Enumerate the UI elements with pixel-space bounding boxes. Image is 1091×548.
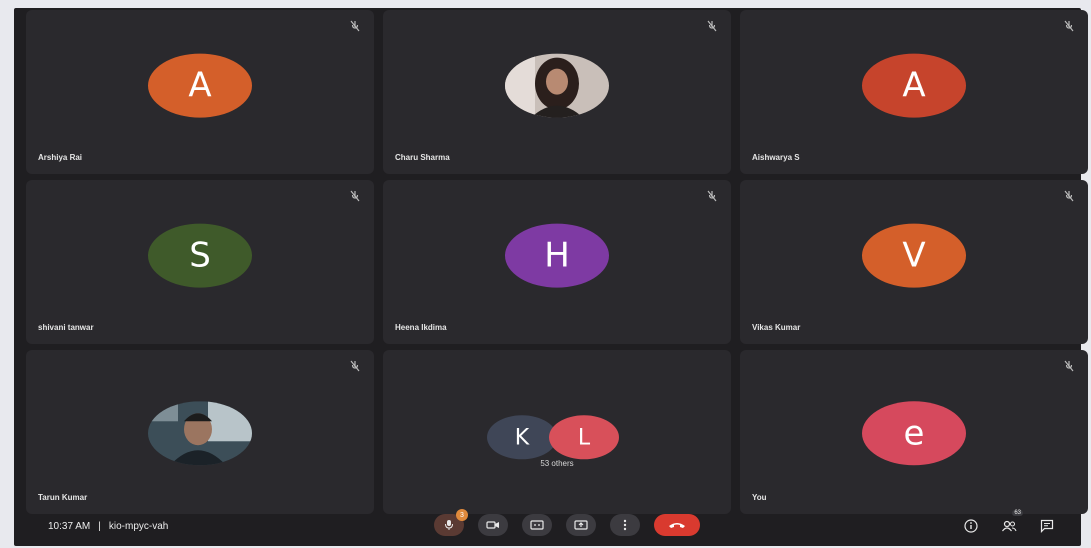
captions-button[interactable]: [522, 514, 552, 536]
participant-tile[interactable]: Charu Sharma: [383, 10, 731, 174]
people-icon: [1002, 520, 1017, 532]
mic-off-icon: [1064, 190, 1074, 202]
mic-off-icon: [1064, 360, 1074, 372]
separator: |: [98, 521, 101, 532]
more-vert-icon: [623, 519, 627, 531]
others-avatars: K L: [487, 401, 627, 465]
profile-photo: [505, 53, 609, 118]
others-tile[interactable]: K L 53 others: [383, 350, 731, 514]
mic-off-icon: [350, 360, 360, 372]
chat-icon: [1040, 519, 1054, 533]
side-controls: 63: [961, 510, 1057, 536]
avatar: V: [862, 223, 966, 288]
avatar: H: [505, 223, 609, 288]
camera-icon: [486, 521, 499, 529]
avatar: A: [148, 53, 252, 118]
camera-button[interactable]: [478, 514, 508, 536]
avatar: K: [487, 415, 557, 460]
mic-badge: 3: [456, 509, 468, 521]
participant-tile[interactable]: H Heena Ikdima: [383, 180, 731, 344]
mic-button[interactable]: 3: [434, 509, 468, 536]
participant-name: You: [752, 493, 767, 502]
others-count-label: 53 others: [540, 459, 574, 468]
avatar: e: [862, 401, 966, 466]
participant-tile[interactable]: A Aishwarya S: [740, 10, 1088, 174]
present-button[interactable]: [566, 514, 596, 536]
participant-name: shivani tanwar: [38, 323, 94, 332]
avatar: L: [549, 415, 619, 460]
participant-tile[interactable]: A Arshiya Rai: [26, 10, 374, 174]
bottom-bar: 10:37 AM | kio-mpyc-vah 3 63: [28, 508, 1071, 546]
call-controls: 3: [434, 509, 700, 536]
participant-name: Aishwarya S: [752, 153, 800, 162]
participant-name: Tarun Kumar: [38, 493, 88, 502]
more-options-button[interactable]: [610, 514, 640, 536]
meeting-time: 10:37 AM: [48, 521, 91, 532]
people-button[interactable]: 63: [999, 510, 1023, 536]
participant-name: Arshiya Rai: [38, 153, 83, 162]
participant-name: Vikas Kumar: [752, 323, 801, 332]
end-call-icon: [669, 523, 685, 528]
participant-tile[interactable]: Tarun Kumar: [26, 350, 374, 514]
participant-name: Heena Ikdima: [395, 323, 447, 332]
participant-tile[interactable]: V Vikas Kumar: [740, 180, 1088, 344]
profile-photo: [148, 401, 252, 466]
end-call-button[interactable]: [654, 514, 700, 536]
meeting-code: kio-mpyc-vah: [108, 521, 169, 532]
avatar: A: [862, 53, 966, 118]
present-icon: [574, 520, 588, 530]
mic-icon: [445, 520, 453, 530]
chat-button[interactable]: [1037, 516, 1057, 536]
mic-off-icon: [350, 190, 360, 202]
people-count: 63: [1012, 510, 1023, 516]
meeting-details: 10:37 AM | kio-mpyc-vah: [48, 521, 168, 532]
captions-icon: [530, 520, 544, 530]
participant-tile[interactable]: S shivani tanwar: [26, 180, 374, 344]
participant-grid: A Arshiya Rai Charu Sharma A Aishwarya S: [26, 10, 1091, 516]
mic-off-icon: [707, 190, 717, 202]
participant-tile-self[interactable]: e You: [740, 350, 1088, 514]
avatar: S: [148, 223, 252, 288]
mic-off-icon: [350, 20, 360, 32]
info-icon: [964, 519, 978, 533]
mic-off-icon: [707, 20, 717, 32]
participant-name: Charu Sharma: [395, 153, 450, 162]
meeting-window: A Arshiya Rai Charu Sharma A Aishwarya S: [14, 8, 1088, 546]
mic-off-icon: [1064, 20, 1074, 32]
meeting-info-button[interactable]: [961, 516, 981, 536]
